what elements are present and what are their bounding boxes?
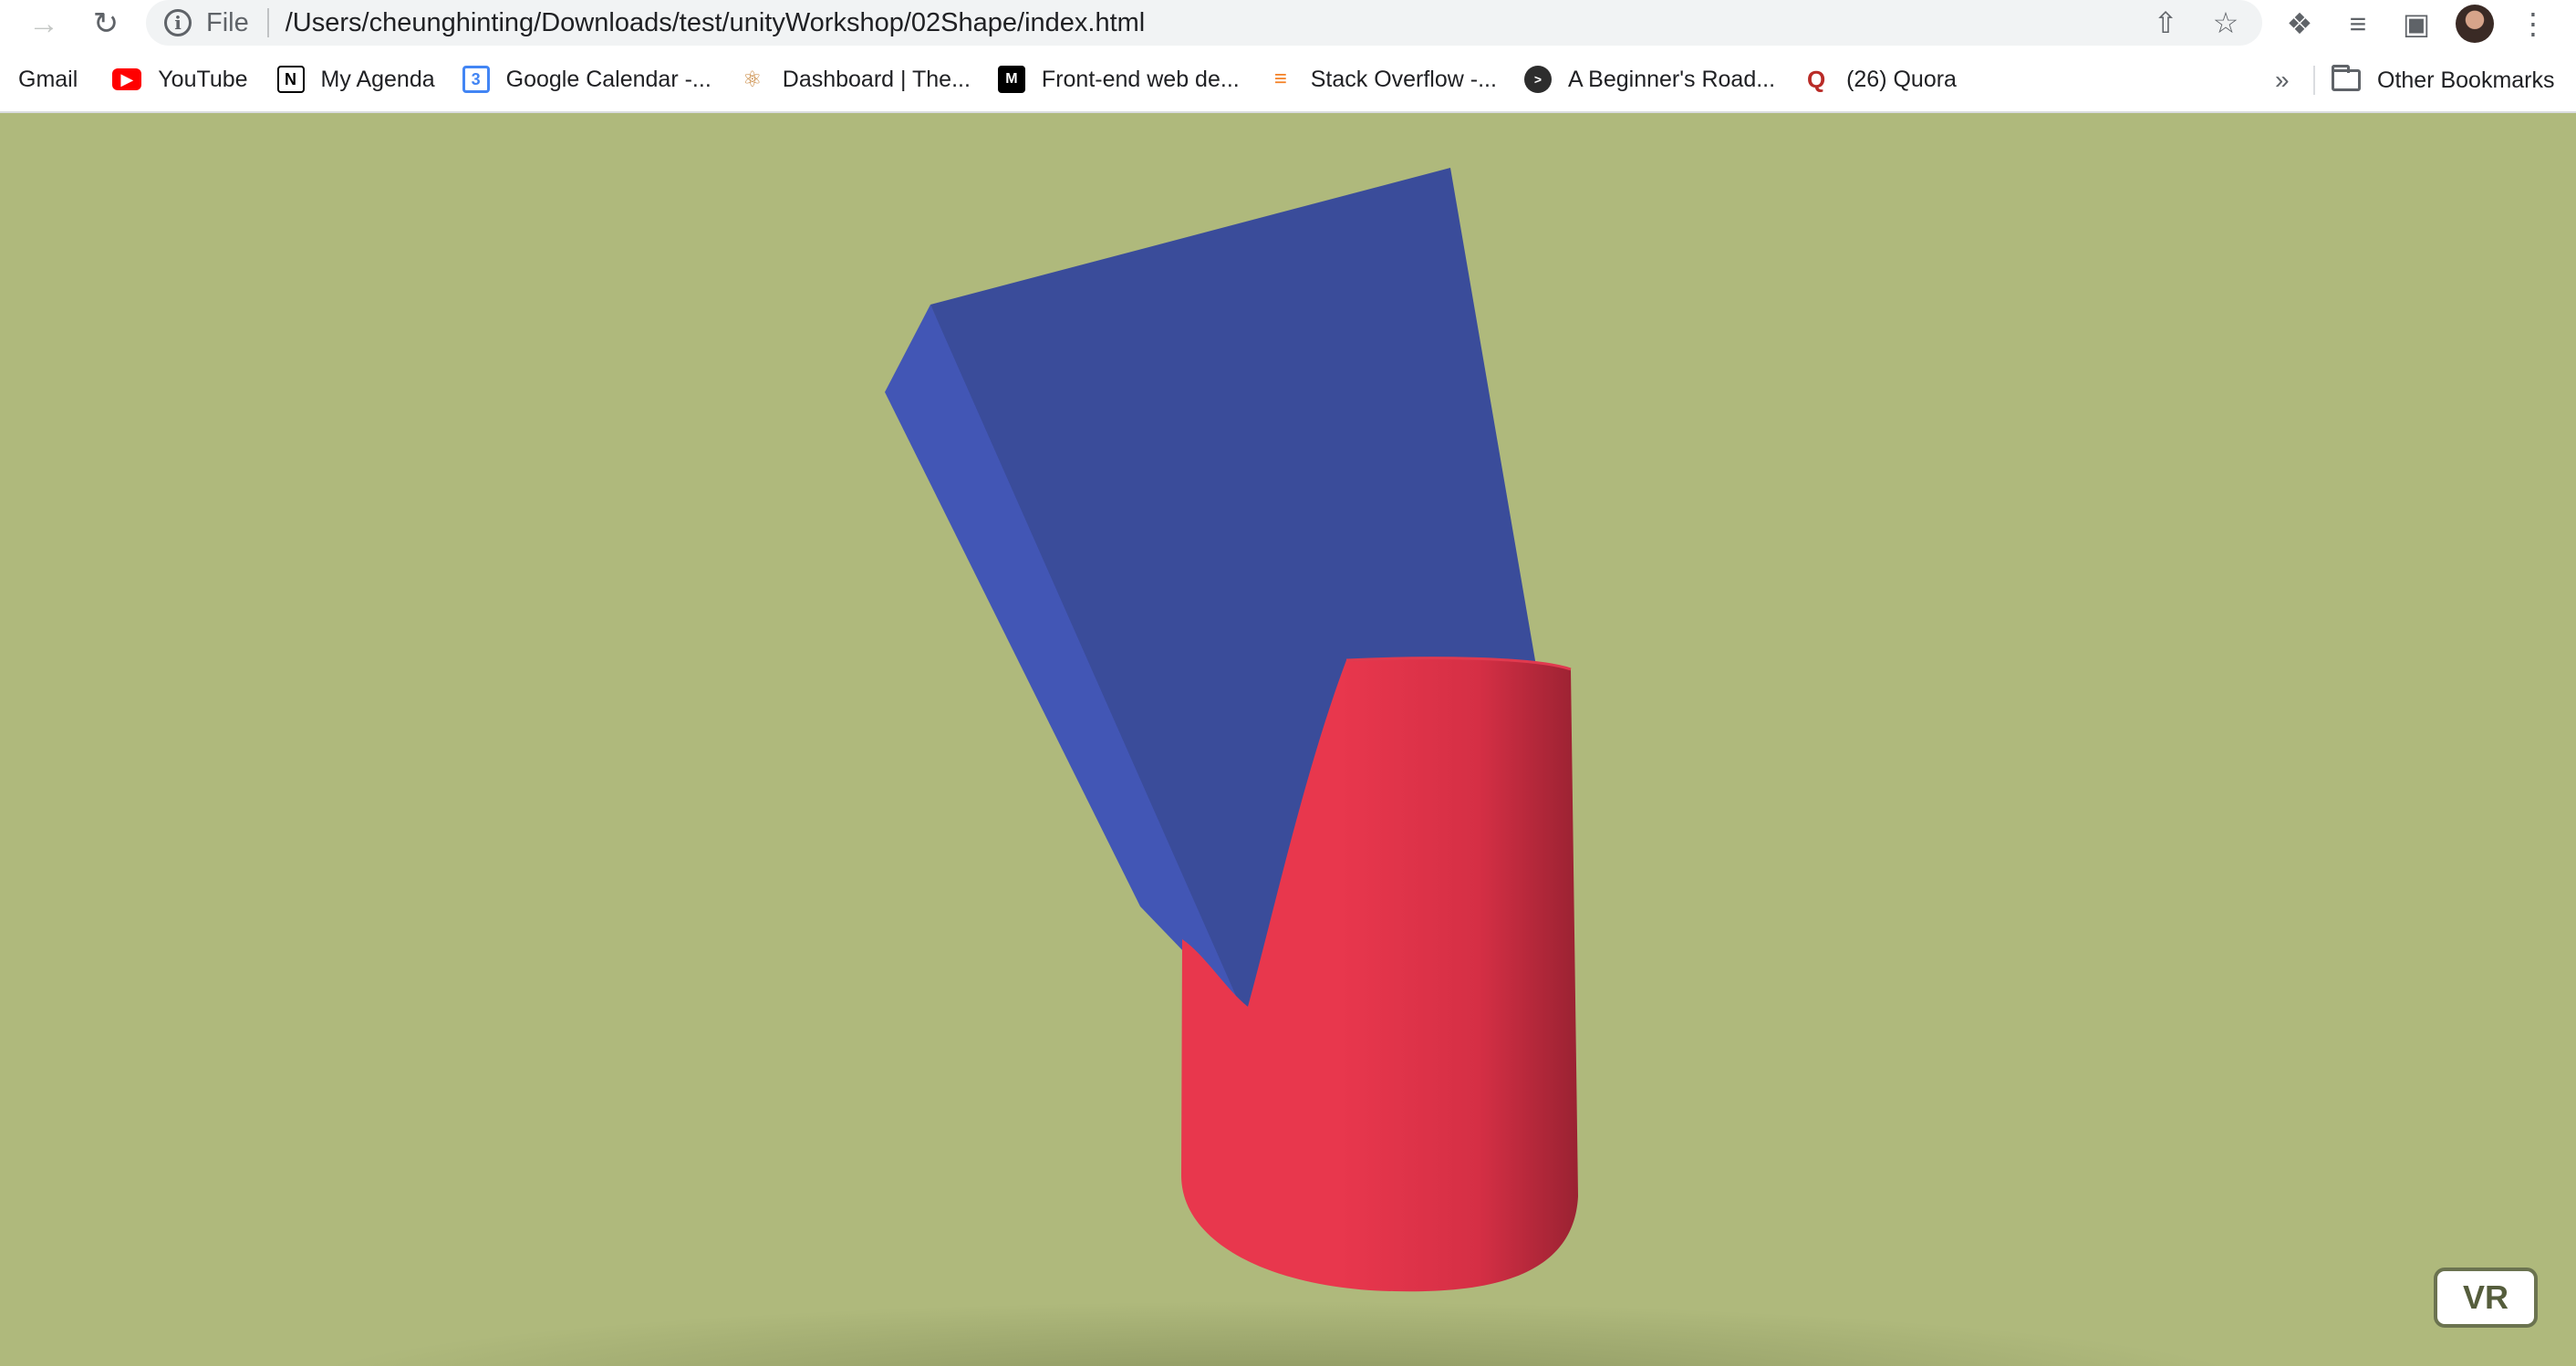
stack-overflow-icon: ≡ [1266,66,1294,93]
bookmark-label: Front-end web de... [1041,66,1240,92]
address-bar[interactable]: i File /Users/cheunghinting/Downloads/te… [146,0,2262,46]
bookmark-label: (26) Quora [1846,66,1957,92]
bookmark-my-agenda[interactable]: N My Agenda [276,47,450,112]
bookmark-star-icon[interactable]: ☆ [2207,5,2244,40]
dashboard-icon: ⚛ [738,66,766,93]
bookmark-mdn[interactable]: M Front-end web de... [997,47,1254,112]
other-bookmarks-button[interactable]: Other Bookmarks [2332,47,2555,113]
bookmark-label: Gmail [18,66,78,92]
omnibox-actions: ⇧ ☆ [2147,0,2244,46]
bookmark-quora[interactable]: Q (26) Quora [1802,47,1971,112]
terminal-icon: > [1523,66,1552,93]
arrow-right-icon: → [28,5,59,41]
reload-button[interactable]: ↻ [78,0,133,47]
mdn-icon: M [997,66,1025,93]
address-separator [266,8,269,37]
bookmark-label: YouTube [158,66,248,92]
bookmark-google-calendar[interactable]: 3 Google Calendar -... [462,47,726,112]
notion-icon: N [276,66,305,93]
folder-icon [2332,65,2361,91]
extensions-area: ❖ ≡ ▣ ⋮ [2280,0,2552,47]
browser-toolbar: → ↻ i File /Users/cheunghinting/Download… [0,0,2576,47]
info-icon[interactable]: i [164,9,192,36]
extensions-puzzle-icon[interactable]: ❖ [2280,6,2319,41]
bookmark-label: A Beginner's Road... [1567,66,1776,92]
webgl-canvas[interactable]: VR [0,115,2576,1366]
forward-button[interactable]: → [16,0,71,47]
bookmark-youtube[interactable]: ▶ YouTube [112,47,262,112]
bookmark-label: Google Calendar -... [505,66,712,92]
bookmarks-bar: Gmail ▶ YouTube N My Agenda 3 Google Cal… [0,47,2576,113]
bookmark-stack-overflow[interactable]: ≡ Stack Overflow -... [1266,47,1511,112]
reload-icon: ↻ [92,6,119,41]
share-icon[interactable]: ⇧ [2147,5,2184,40]
bookmark-label: My Agenda [320,66,435,92]
other-bookmarks-label: Other Bookmarks [2377,67,2555,93]
bookmark-dashboard[interactable]: ⚛ Dashboard | The... [738,47,985,112]
menu-kebab-icon[interactable]: ⋮ [2514,6,2552,41]
media-control-icon[interactable]: ≡ [2339,7,2377,41]
scene-svg [885,168,1578,1292]
google-calendar-icon: 3 [462,66,490,93]
bookmark-gmail[interactable]: Gmail [18,47,92,112]
youtube-icon: ▶ [112,68,142,90]
quora-icon: Q [1802,66,1831,93]
vr-button[interactable]: VR [2434,1268,2538,1328]
profile-avatar[interactable] [2456,5,2494,43]
bookmarks-divider [2313,66,2315,95]
scheme-label: File [206,7,249,37]
url-text[interactable]: /Users/cheunghinting/Downloads/test/unit… [286,8,1146,38]
bookmark-label: Dashboard | The... [782,66,971,92]
bookmark-label: Stack Overflow -... [1310,66,1497,92]
bookmark-terminal[interactable]: > A Beginner's Road... [1523,47,1790,112]
bookmarks-overflow-button[interactable]: » [2275,47,2290,113]
side-panel-icon[interactable]: ▣ [2397,6,2436,41]
